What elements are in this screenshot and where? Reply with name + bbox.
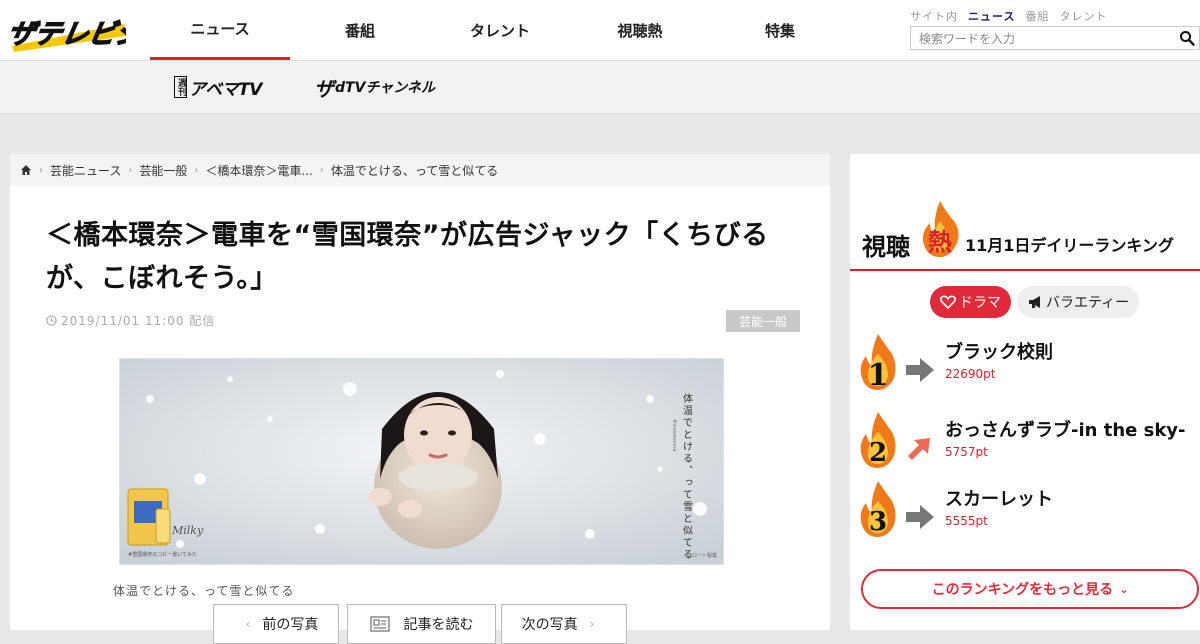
tab-drama[interactable]: ドラマ xyxy=(930,286,1011,318)
prev-photo-button[interactable]: ‹ 前の写真 xyxy=(213,604,339,644)
photo-snow-ad-icon: Milky #雪国環奈のコピー書いてみた ロート製薬 体温でとける、って雪と似て… xyxy=(120,359,723,564)
ranking-header: 視聴 熱 11月1日デイリーランキング xyxy=(850,199,1200,271)
read-article-label: 記事を読む xyxy=(403,617,474,633)
nav-programs[interactable]: 番組 xyxy=(290,0,430,60)
flame-heat-icon: 熱 xyxy=(922,201,959,257)
category-tag[interactable]: 芸能一般 xyxy=(726,310,800,332)
nav-features[interactable]: 特集 xyxy=(710,0,850,60)
ranking-item-title: スカーレット xyxy=(945,489,1053,510)
trend-up-arrow-icon xyxy=(908,438,930,460)
read-article-button[interactable]: 記事を読む xyxy=(347,604,496,644)
publish-suffix: 配信 xyxy=(189,314,216,328)
dtv-label: dTVチャンネル xyxy=(335,80,435,96)
svg-text:ロート製薬: ロート製薬 xyxy=(692,552,717,559)
more-ranking-label: このランキングをもっと見る xyxy=(931,582,1114,598)
svg-text:#snowkanna: #snowkanna xyxy=(671,419,677,451)
next-photo-label: 次の写真 xyxy=(521,617,578,633)
ranking-tabs: ドラマ バラエティー xyxy=(930,286,1140,318)
next-photo-button[interactable]: 次の写真 › xyxy=(501,604,627,644)
dtv-prefix: ザ xyxy=(314,76,334,101)
breadcrumb-item[interactable]: 芸能一般 xyxy=(139,162,187,179)
svg-text:#雪国環奈のコピー書いてみた: #雪国環奈のコピー書いてみた xyxy=(128,551,197,558)
chevron-left-icon: ‹ xyxy=(245,617,251,631)
search-input[interactable] xyxy=(917,28,1171,50)
rank-flame-badge-icon: 1 xyxy=(860,334,896,392)
breadcrumb-item[interactable]: ＜橋本環奈＞電車... xyxy=(205,162,312,179)
breadcrumb-separator: › xyxy=(39,164,43,176)
trend-flat-arrow-icon xyxy=(906,505,934,529)
scope-talent[interactable]: タレント xyxy=(1059,8,1107,24)
nav-news[interactable]: ニュース xyxy=(150,0,290,60)
nav-shichounetsu[interactable]: 視聴熱 xyxy=(570,0,710,60)
prev-photo-label: 前の写真 xyxy=(262,617,319,633)
abema-link[interactable]: 週刊 アベマTV xyxy=(174,73,262,101)
ranking-item[interactable]: 3 スカーレット 5555pt xyxy=(850,479,1200,539)
logo-wordmark-icon: ザテレビジョン xyxy=(10,18,126,52)
abema-badge: 週刊 xyxy=(174,76,187,98)
ranking-item-points: 5757pt xyxy=(945,445,988,459)
scope-site[interactable]: サイト内 xyxy=(910,8,958,24)
breadcrumb-item[interactable]: 芸能ニュース xyxy=(50,162,121,179)
nav-talent[interactable]: タレント xyxy=(430,0,570,60)
more-ranking-button[interactable]: このランキングをもっと見る ⌄ xyxy=(861,569,1199,609)
rank-flame-badge-icon: 3 xyxy=(860,481,896,537)
dtv-link[interactable]: ザ dTVチャンネル xyxy=(314,73,435,101)
svg-text:2: 2 xyxy=(869,438,887,468)
ranking-item-title: ブラック校則 xyxy=(945,342,1053,363)
publish-datetime: 2019/11/01 11:00 xyxy=(61,313,185,328)
tab-drama-label: ドラマ xyxy=(959,295,1001,311)
breadcrumb-current: 体温でとける、って雪と似てる xyxy=(330,163,499,178)
megaphone-icon xyxy=(1029,296,1040,308)
svg-text:ザテレビジョン: ザテレビジョン xyxy=(10,19,126,50)
ranking-title: 視聴 xyxy=(862,233,910,261)
site-logo[interactable]: ザテレビジョン xyxy=(10,10,126,52)
svg-text:1: 1 xyxy=(868,358,889,392)
abema-label: アベマTV xyxy=(189,79,262,100)
breadcrumb-separator: › xyxy=(319,164,324,176)
search-scope: サイト内 ニュース 番組 タレント xyxy=(910,8,1107,24)
partner-nav: 週刊 アベマTV ザ dTVチャンネル xyxy=(0,61,1200,114)
ranking-item-title: おっさんずラブ-in the sky- xyxy=(945,420,1186,441)
home-icon[interactable] xyxy=(20,164,32,176)
article-panel: › 芸能ニュース › 芸能一般 › ＜橋本環奈＞電車... › 体温でとける、っ… xyxy=(10,154,830,644)
article-title: ＜橋本環奈＞電車を“雪国環奈”が広告ジャック「くちびるが、こぼれそう。」 xyxy=(46,220,769,294)
search-box xyxy=(910,26,1200,50)
rank-flame-badge-icon: 2 xyxy=(860,412,896,468)
search-icon[interactable] xyxy=(1179,30,1195,46)
ranking-item[interactable]: 2 おっさんずラブ-in the sky- 5757pt xyxy=(850,410,1200,470)
ranking-item[interactable]: 1 ブラック校則 22690pt xyxy=(850,332,1200,392)
trend-flat-arrow-icon xyxy=(906,358,934,382)
breadcrumb: › 芸能ニュース › 芸能一般 › ＜橋本環奈＞電車... › 体温でとける、っ… xyxy=(10,154,830,186)
svg-text:熱: 熱 xyxy=(928,228,952,256)
scope-news[interactable]: ニュース xyxy=(968,8,1015,24)
svg-text:Milky: Milky xyxy=(171,524,204,537)
breadcrumb-separator: › xyxy=(194,164,199,176)
svg-text:3: 3 xyxy=(869,507,887,537)
double-chevron-down-icon: ⌄ xyxy=(1119,582,1129,596)
ranking-item-points: 22690pt xyxy=(945,367,996,381)
chevron-right-icon: › xyxy=(589,617,595,631)
site-header: ザテレビジョン ニュース 番組 タレント 視聴熱 特集 サイト内 ニュース 番組… xyxy=(0,0,1200,61)
tab-variety-label: バラエティー xyxy=(1046,295,1130,311)
heart-icon xyxy=(940,295,956,309)
photo-caption: 体温でとける、って雪と似てる xyxy=(113,584,295,598)
article-meta: 2019/11/01 11:00 配信 xyxy=(46,312,215,329)
clock-icon xyxy=(46,315,57,326)
svg-text:体温でとける、って雪と似てる: 体温でとける、って雪と似てる xyxy=(681,393,693,561)
article-photo[interactable]: Milky #雪国環奈のコピー書いてみた ロート製薬 体温でとける、って雪と似て… xyxy=(119,358,724,565)
tab-variety[interactable]: バラエティー xyxy=(1017,286,1140,318)
ranking-sidebar: 視聴 熱 11月1日デイリーランキング ドラマ バラエティー 1 ブラック校則 … xyxy=(850,154,1200,630)
global-nav: ニュース 番組 タレント 視聴熱 特集 xyxy=(150,0,850,60)
breadcrumb-separator: › xyxy=(128,164,133,176)
ranking-item-points: 5555pt xyxy=(945,514,988,528)
ranking-subtitle: 11月1日デイリーランキング xyxy=(965,236,1174,255)
scope-programs[interactable]: 番組 xyxy=(1025,8,1049,24)
